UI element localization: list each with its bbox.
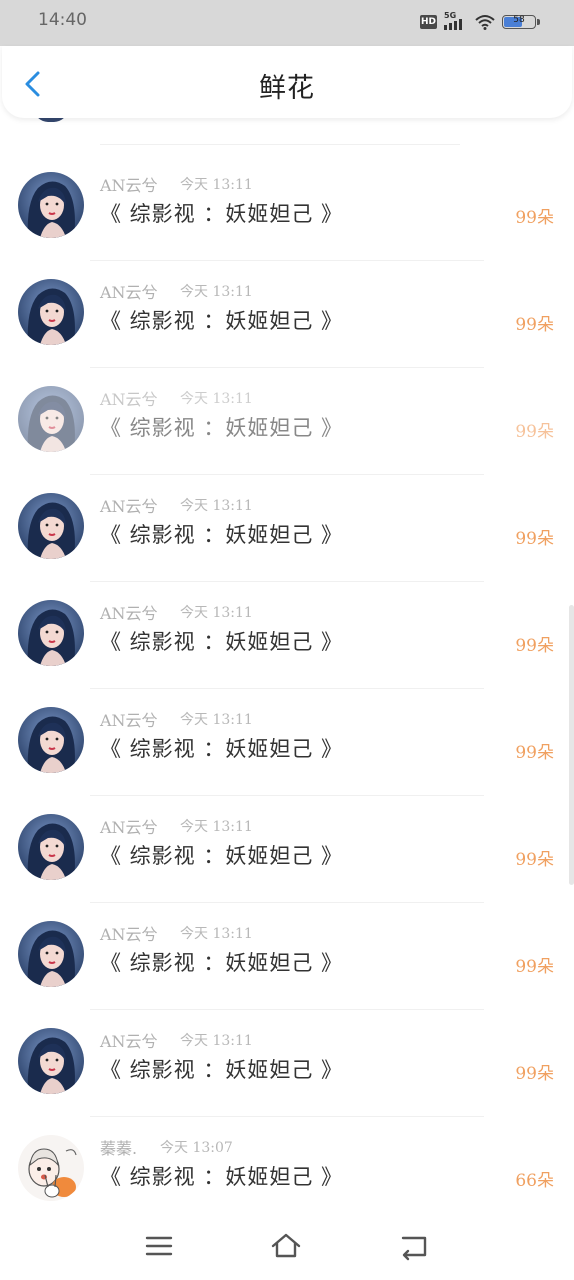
username: AN云兮 xyxy=(100,925,158,944)
work-title: 《 综影视 ：妖姬妲己 》 xyxy=(100,737,344,761)
avatar[interactable] xyxy=(18,386,84,452)
status-icons: HD 5G 58 xyxy=(420,11,540,32)
username: AN云兮 xyxy=(100,1032,158,1051)
hd-icon: HD xyxy=(420,15,437,29)
flower-count: 99朵 xyxy=(515,529,554,549)
status-time: 14:40 xyxy=(38,10,87,30)
avatar[interactable] xyxy=(18,600,84,666)
work-title: 《 综影视 ：妖姬妲己 》 xyxy=(100,1165,344,1189)
timestamp: 今天 13:11 xyxy=(180,819,253,835)
timestamp: 今天 13:11 xyxy=(180,605,253,621)
timestamp: 今天 13:11 xyxy=(180,177,253,193)
flower-count: 99朵 xyxy=(515,957,554,977)
list-item[interactable]: AN云兮 今天 13:11 《 综影视 ：妖姬妲己 》 99朵 xyxy=(0,689,574,796)
flower-count: 99朵 xyxy=(515,422,554,442)
list-item[interactable]: AN云兮 今天 13:11 《 综影视 ：妖姬妲己 》 99朵 xyxy=(0,903,574,1010)
timestamp: 今天 13:11 xyxy=(180,1033,253,1049)
system-nav-bar xyxy=(0,1210,574,1280)
avatar[interactable] xyxy=(18,921,84,987)
avatar[interactable] xyxy=(18,279,84,345)
back-icon[interactable] xyxy=(398,1230,430,1262)
scrollbar[interactable] xyxy=(569,605,574,885)
list-item[interactable]: AN云兮 今天 13:11 《 综影视 ：妖姬妲己 》 99朵 xyxy=(0,154,574,261)
signal-icon: 5G xyxy=(444,11,468,30)
flower-count: 99朵 xyxy=(515,743,554,763)
wifi-icon xyxy=(475,15,495,30)
work-title: 《 综影视 ：妖姬妲己 》 xyxy=(100,309,344,333)
network-type-label: 5G xyxy=(444,11,457,20)
list-item[interactable]: AN云兮 今天 13:11 《 综影视 ：妖姬妲己 》 99朵 xyxy=(0,368,574,475)
menu-button[interactable] xyxy=(143,1230,175,1262)
username: AN云兮 xyxy=(100,818,158,837)
flower-count: 99朵 xyxy=(515,636,554,656)
flower-count: 99朵 xyxy=(515,208,554,228)
timestamp: 今天 13:11 xyxy=(180,284,253,300)
timestamp: 今天 13:11 xyxy=(180,712,253,728)
username: AN云兮 xyxy=(100,604,158,623)
home-button[interactable] xyxy=(270,1230,302,1262)
work-title: 《 综影视 ：妖姬妲己 》 xyxy=(100,523,344,547)
list-item[interactable]: AN云兮 今天 13:11 《 综影视 ：妖姬妲己 》 99朵 xyxy=(0,1010,574,1117)
avatar[interactable] xyxy=(18,814,84,880)
battery-level: 58 xyxy=(513,15,525,25)
back-nav-button[interactable] xyxy=(398,1230,430,1262)
username: AN云兮 xyxy=(100,497,158,516)
list-item[interactable]: AN云兮 今天 13:11 《 综影视 ：妖姬妲己 》 99朵 xyxy=(0,475,574,582)
list-item[interactable]: AN云兮 今天 13:11 《 综影视 ：妖姬妲己 》 99朵 xyxy=(0,796,574,903)
flower-count: 99朵 xyxy=(515,1064,554,1084)
status-bar: 14:40 HD 5G 58 xyxy=(0,0,574,46)
avatar[interactable] xyxy=(18,1028,84,1094)
home-icon[interactable] xyxy=(270,1230,302,1262)
list-item[interactable]: AN云兮 今天 13:11 《 综影视 ：妖姬妲己 》 99朵 xyxy=(0,261,574,368)
avatar[interactable] xyxy=(18,707,84,773)
list-item[interactable]: 蓁蓁. 今天 13:07 《 综影视 ：妖姬妲己 》 66朵 xyxy=(0,1117,574,1208)
list-item[interactable]: AN云兮 今天 13:11 《 综影视 ：妖姬妲己 》 99朵 xyxy=(0,582,574,689)
flower-record-list[interactable]: AN云兮 今天 13:11 《 综影视 ：妖姬妲己 》 99朵 AN云兮 今天 … xyxy=(0,118,574,1208)
username: AN云兮 xyxy=(100,283,158,302)
work-title: 《 综影视 ：妖姬妲己 》 xyxy=(100,951,344,975)
battery-icon: 58 xyxy=(502,15,540,29)
timestamp: 今天 13:11 xyxy=(180,391,253,407)
avatar[interactable] xyxy=(18,172,84,238)
username: 蓁蓁. xyxy=(100,1139,138,1158)
divider xyxy=(100,144,460,145)
menu-icon[interactable] xyxy=(143,1230,175,1262)
flower-count: 99朵 xyxy=(515,850,554,870)
work-title: 《 综影视 ：妖姬妲己 》 xyxy=(100,416,344,440)
work-title: 《 综影视 ：妖姬妲己 》 xyxy=(100,630,344,654)
avatar[interactable] xyxy=(18,493,84,559)
flower-count: 66朵 xyxy=(515,1171,554,1191)
flower-count: 99朵 xyxy=(515,315,554,335)
username: AN云兮 xyxy=(100,176,158,195)
username: AN云兮 xyxy=(100,711,158,730)
work-title: 《 综影视 ：妖姬妲己 》 xyxy=(100,202,344,226)
timestamp: 今天 13:07 xyxy=(160,1140,233,1156)
work-title: 《 综影视 ：妖姬妲己 》 xyxy=(100,844,344,868)
username: AN云兮 xyxy=(100,390,158,409)
avatar xyxy=(34,118,68,122)
timestamp: 今天 13:11 xyxy=(180,926,253,942)
header: 鲜花 xyxy=(2,46,572,118)
avatar[interactable] xyxy=(18,1135,84,1201)
timestamp: 今天 13:11 xyxy=(180,498,253,514)
page-title: 鲜花 xyxy=(259,73,315,104)
work-title: 《 综影视 ：妖姬妲己 》 xyxy=(100,1058,344,1082)
